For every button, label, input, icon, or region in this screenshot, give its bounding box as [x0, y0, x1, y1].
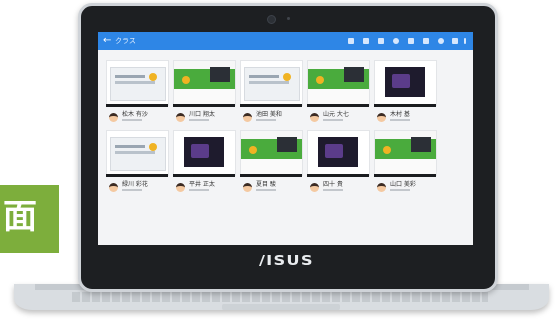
- badge-char: 面: [3, 197, 37, 237]
- student-name: 平井 正太: [189, 181, 215, 188]
- avatar: [377, 183, 386, 192]
- student-name: 木村 基: [390, 111, 410, 118]
- student-card[interactable]: 四十 貴: [307, 180, 371, 198]
- tile-strip: [307, 174, 369, 177]
- student-card[interactable]: 松木 有沙: [106, 110, 170, 128]
- student-screen-tile[interactable]: [106, 60, 169, 106]
- student-card[interactable]: 山口 美彩: [374, 180, 438, 198]
- student-screen-tile[interactable]: [307, 60, 370, 106]
- chart-icon[interactable]: [378, 38, 384, 44]
- student-card[interactable]: 緑川 彩花: [106, 180, 170, 198]
- student-screen-tile[interactable]: [307, 130, 370, 176]
- student-screen-tile[interactable]: [374, 60, 437, 106]
- avatar: [377, 113, 386, 122]
- student-screen-tile[interactable]: [374, 130, 437, 176]
- student-name: 川口 翔太: [189, 111, 215, 118]
- app-bar: ← クラス: [98, 32, 473, 50]
- student-card[interactable]: 池田 美和: [240, 110, 304, 128]
- sensor-icon: [287, 17, 290, 20]
- monitor-icon[interactable]: [423, 38, 429, 44]
- tile-strip: [374, 174, 436, 177]
- student-name: 山口 美彩: [390, 181, 416, 188]
- tile-strip: [307, 104, 369, 107]
- grid-icon[interactable]: [348, 38, 354, 44]
- student-name: 緑川 彩花: [122, 181, 148, 188]
- screen: ← クラス 松木 有沙 川口 翔太 池田 美和 山元 大七 木村 基 緑川 彩花…: [98, 32, 473, 245]
- student-name: 松木 有沙: [122, 111, 148, 118]
- share-icon[interactable]: [363, 38, 369, 44]
- tile-strip: [240, 104, 302, 107]
- back-arrow-icon[interactable]: ←: [103, 34, 111, 48]
- avatar: [243, 113, 252, 122]
- student-name: 山元 大七: [323, 111, 349, 118]
- trackpad: [222, 304, 340, 310]
- webcam-icon: [267, 15, 276, 24]
- settings-icon[interactable]: [438, 38, 444, 44]
- avatar: [176, 183, 185, 192]
- student-card[interactable]: 木村 基: [374, 110, 438, 128]
- search-icon[interactable]: [393, 38, 399, 44]
- list-icon[interactable]: [452, 38, 458, 44]
- tile-strip: [173, 174, 235, 177]
- student-screen-tile[interactable]: [240, 60, 303, 106]
- avatar: [310, 183, 319, 192]
- student-card[interactable]: 山元 大七: [307, 110, 371, 128]
- keyboard: [72, 292, 488, 302]
- student-card[interactable]: 川口 翔太: [173, 110, 237, 128]
- avatar: [109, 183, 118, 192]
- student-card[interactable]: 夏目 駿: [240, 180, 304, 198]
- student-name: 四十 貴: [323, 181, 343, 188]
- avatar: [109, 113, 118, 122]
- student-card[interactable]: 平井 正太: [173, 180, 237, 198]
- more-icon[interactable]: [464, 38, 466, 44]
- avatar: [243, 183, 252, 192]
- student-screen-tile[interactable]: [173, 60, 236, 106]
- tile-strip: [106, 174, 168, 177]
- app-title: クラス: [115, 37, 136, 45]
- avatar: [310, 113, 319, 122]
- brand-logo: /ISUS: [259, 254, 314, 269]
- student-name: 夏目 駿: [256, 181, 276, 188]
- student-screen-tile[interactable]: [240, 130, 303, 176]
- tile-strip: [240, 174, 302, 177]
- student-screen-tile[interactable]: [106, 130, 169, 176]
- tile-strip: [173, 104, 235, 107]
- tile-strip: [106, 104, 168, 107]
- student-name: 池田 美和: [256, 111, 282, 118]
- window-icon[interactable]: [408, 38, 414, 44]
- student-screen-tile[interactable]: [173, 130, 236, 176]
- page: 面 ← クラス 松木 有沙 川口 翔太 池田 美和 山元 大七 木村 基 緑川 …: [0, 0, 559, 332]
- tile-strip: [374, 104, 436, 107]
- avatar: [176, 113, 185, 122]
